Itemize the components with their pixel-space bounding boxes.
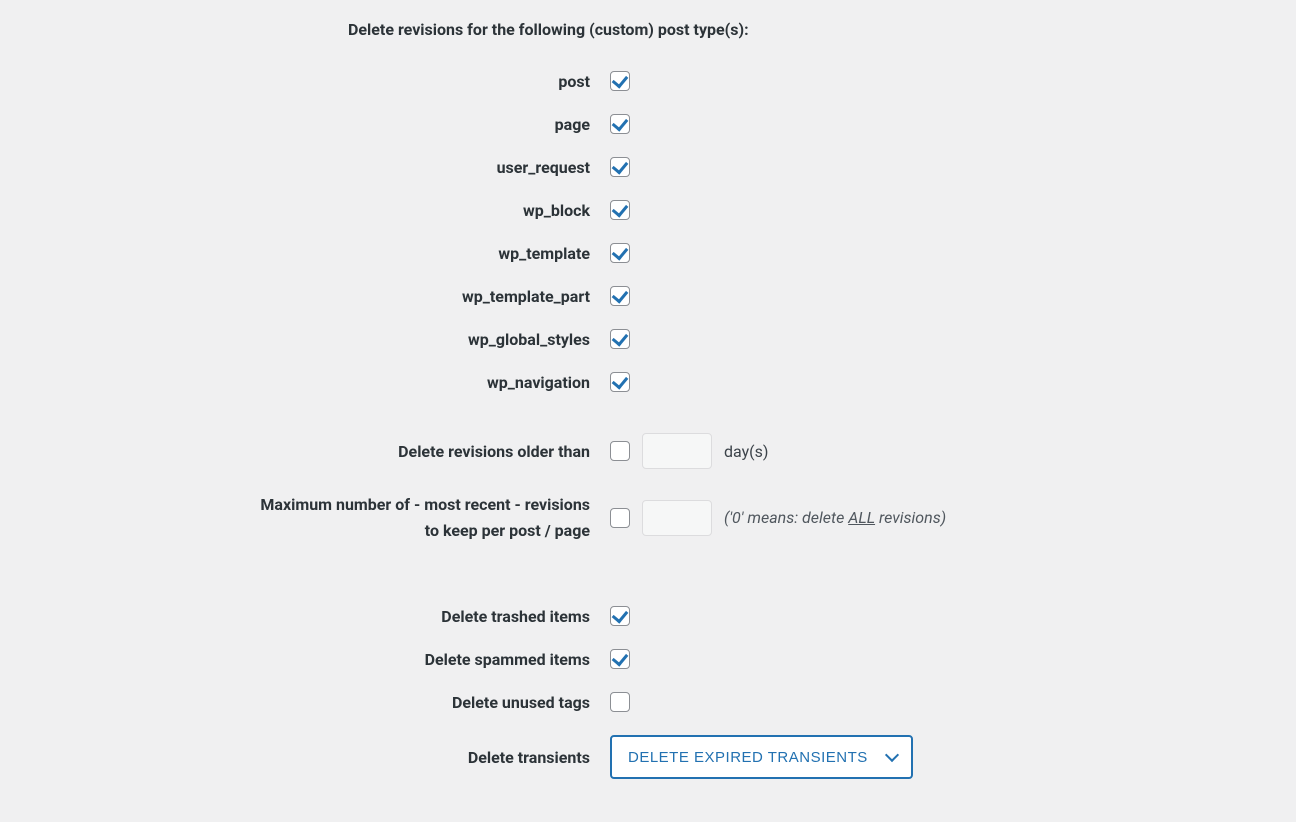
post-type-row: wp_navigation (0, 372, 1296, 392)
max-revisions-row: Maximum number of - most recent - revisi… (0, 492, 1296, 543)
post-type-row: wp_template_part (0, 286, 1296, 306)
section-title: Delete revisions for the following (cust… (348, 20, 769, 39)
post-type-row: wp_global_styles (0, 329, 1296, 349)
max-revisions-checkbox[interactable] (610, 508, 630, 528)
post-type-checkbox[interactable] (610, 200, 630, 220)
post-type-row: user_request (0, 157, 1296, 177)
spammed-label: Delete spammed items (0, 650, 610, 669)
post-type-checkbox[interactable] (610, 286, 630, 306)
spammed-row: Delete spammed items (0, 649, 1296, 669)
hint-suffix: revisions) (875, 508, 946, 527)
max-revisions-input[interactable] (642, 500, 712, 536)
post-type-label: post (0, 72, 610, 91)
post-type-label: wp_navigation (0, 373, 610, 392)
post-type-checkbox[interactable] (610, 157, 630, 177)
unused-tags-label: Delete unused tags (0, 693, 610, 712)
post-type-label: page (0, 115, 610, 134)
trashed-label: Delete trashed items (0, 607, 610, 626)
post-type-checkbox[interactable] (610, 71, 630, 91)
revisions-older-label: Delete revisions older than (0, 442, 610, 461)
transients-label: Delete transients (0, 748, 610, 767)
post-type-checkbox[interactable] (610, 114, 630, 134)
section-header: Delete revisions for the following (cust… (0, 20, 1296, 39)
post-type-row: wp_block (0, 200, 1296, 220)
post-type-label: wp_global_styles (0, 330, 610, 349)
spammed-checkbox[interactable] (610, 649, 630, 669)
transients-row: Delete transients DELETE EXPIRED TRANSIE… (0, 735, 1296, 779)
post-type-checkbox[interactable] (610, 243, 630, 263)
revisions-older-unit: day(s) (724, 442, 768, 461)
post-type-row: wp_template (0, 243, 1296, 263)
post-type-checkbox[interactable] (610, 372, 630, 392)
post-type-checkbox[interactable] (610, 329, 630, 349)
max-revisions-label-line1: Maximum number of - most recent - revisi… (260, 495, 590, 514)
post-type-label: wp_template_part (0, 287, 610, 306)
post-type-label: wp_template (0, 244, 610, 263)
trashed-row: Delete trashed items (0, 606, 1296, 626)
trashed-checkbox[interactable] (610, 606, 630, 626)
unused-tags-checkbox[interactable] (610, 692, 630, 712)
post-type-row: page (0, 114, 1296, 134)
revisions-older-input[interactable] (642, 433, 712, 469)
post-type-row: post (0, 71, 1296, 91)
transients-select-wrapper: DELETE EXPIRED TRANSIENTS (610, 735, 913, 779)
max-revisions-label: Maximum number of - most recent - revisi… (0, 492, 610, 543)
transients-select[interactable]: DELETE EXPIRED TRANSIENTS (610, 735, 913, 779)
unused-tags-row: Delete unused tags (0, 692, 1296, 712)
max-revisions-label-line2: to keep per post / page (425, 521, 590, 540)
post-type-label: user_request (0, 158, 610, 177)
hint-underline: ALL (848, 508, 875, 527)
post-type-label: wp_block (0, 201, 610, 220)
revisions-older-row: Delete revisions older than day(s) (0, 433, 1296, 469)
revisions-older-checkbox[interactable] (610, 441, 630, 461)
hint-prefix: ('0' means: delete (724, 508, 848, 527)
max-revisions-hint: ('0' means: delete ALL revisions) (724, 508, 946, 527)
